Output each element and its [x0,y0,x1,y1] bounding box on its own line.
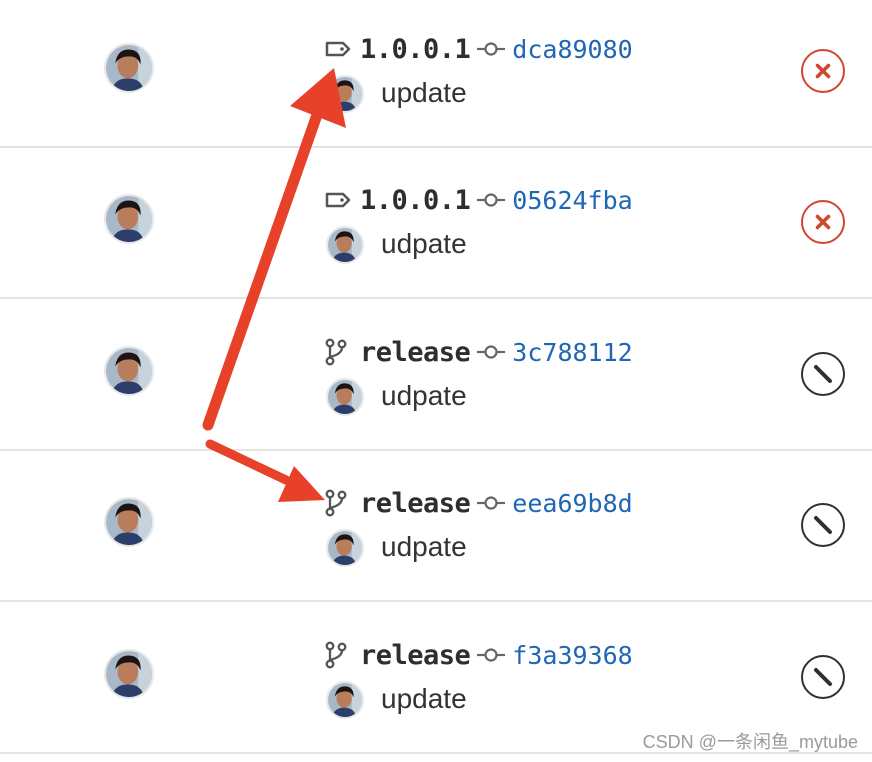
close-icon [803,51,843,91]
tag-icon [324,34,354,64]
user-avatar[interactable] [104,649,154,699]
status-canceled-button[interactable] [801,503,845,547]
user-avatar[interactable] [104,346,154,396]
ref-line: release f3a39368 [324,637,633,673]
status-canceled-button[interactable] [801,352,845,396]
commit-message-link[interactable]: udpate [381,378,467,414]
commit-author-avatar[interactable] [326,75,364,113]
user-avatar[interactable] [104,497,154,547]
commit-icon [476,37,510,61]
commit-message-link[interactable]: udpate [381,226,467,262]
status-failed-button[interactable] [801,49,845,93]
watermark: CSDN @一条闲鱼_mytube [642,732,858,752]
status-canceled-button[interactable] [801,655,845,699]
ref-line: release eea69b8d [324,485,633,521]
branch-icon [324,488,354,518]
pipeline-row: release 3c788112 udpate [0,300,872,451]
commit-message-link[interactable]: udpate [381,529,467,565]
commit-icon [476,188,510,212]
commit-author-avatar[interactable] [326,681,364,719]
ref-line: 1.0.0.1 05624fba [324,182,633,218]
user-avatar[interactable] [104,43,154,93]
commit-sha-link[interactable]: 3c788112 [512,338,632,367]
cancel-icon [803,505,843,545]
ref-name-link[interactable]: release [360,488,471,519]
commit-icon [476,643,510,667]
ref-name-link[interactable]: 1.0.0.1 [360,34,471,65]
commit-sha-link[interactable]: 05624fba [512,186,632,215]
commit-sha-link[interactable]: dca89080 [512,35,632,64]
close-icon [803,202,843,242]
commit-sha-link[interactable]: f3a39368 [512,641,632,670]
ref-line: 1.0.0.1 dca89080 [324,31,633,67]
branch-icon [324,337,354,367]
pipeline-row: 1.0.0.1 05624fba udpate [0,148,872,299]
commit-author-avatar[interactable] [326,226,364,264]
ref-name-link[interactable]: release [360,337,471,368]
pipeline-row: 1.0.0.1 dca89080 update [0,0,872,148]
user-avatar[interactable] [104,194,154,244]
commit-sha-link[interactable]: eea69b8d [512,489,632,518]
ref-name-link[interactable]: 1.0.0.1 [360,185,471,216]
commit-author-avatar[interactable] [326,378,364,416]
commit-icon [476,340,510,364]
ref-name-link[interactable]: release [360,640,471,671]
ref-line: release 3c788112 [324,334,633,370]
pipeline-row: release eea69b8d udpate [0,451,872,602]
cancel-icon [803,354,843,394]
commit-icon [476,491,510,515]
cancel-icon [803,657,843,697]
commit-message-link[interactable]: update [381,681,467,717]
status-failed-button[interactable] [801,200,845,244]
commit-message-link[interactable]: update [381,75,467,111]
commit-author-avatar[interactable] [326,529,364,567]
tag-icon [324,185,354,215]
branch-icon [324,640,354,670]
